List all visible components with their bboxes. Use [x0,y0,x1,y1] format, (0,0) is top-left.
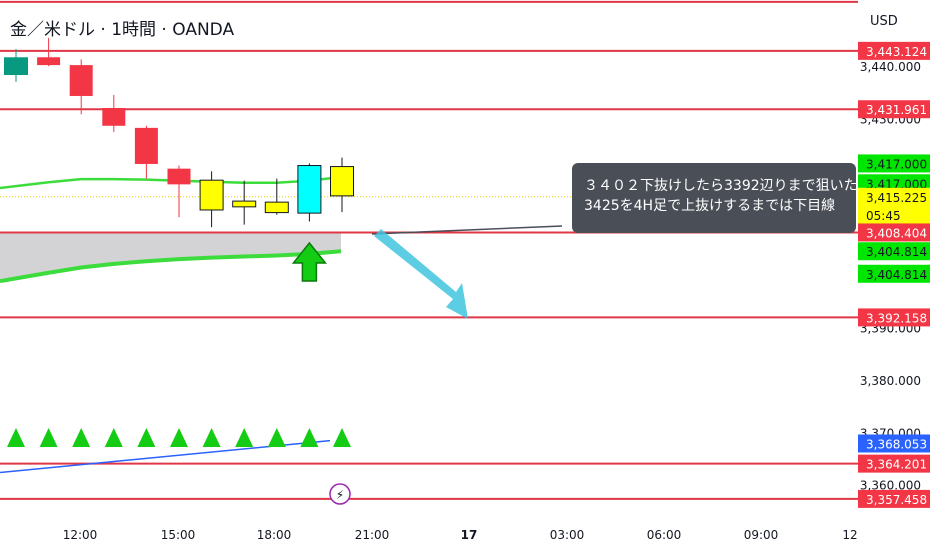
candle-body [37,57,61,66]
signal-triangle [7,428,25,447]
time-axis[interactable]: 12:00 15:00 18:00 21:00 17 03:00 06:00 09:00 12 ⚡ [63,483,858,542]
chart-title: 金／米ドル · 1時間 · OANDA [10,20,235,40]
price-label-text: 3,404.814 [866,268,927,282]
projection-arrow [371,225,563,319]
signal-triangle [72,428,91,447]
price-label-text: 3,415.225 [866,191,927,205]
countdown-text: 05:45 [866,209,901,223]
candle-body [297,165,322,214]
price-label-text: 3,357.458 [866,493,927,507]
candle-body [330,166,354,197]
signal-triangle [104,428,123,447]
signal-triangle [300,428,319,447]
price-label-text: 3,443.124 [866,45,927,59]
price-labels: 3,443.1243,431.9613,417.0003,417.0003,41… [858,41,930,508]
envelope-band [0,175,342,284]
signal-triangle [137,428,156,447]
time-tick-label: 06:00 [647,528,682,542]
price-label-text: 3,392.158 [866,311,927,325]
price-tick-label: 3,380.000 [860,374,921,388]
down-arrow [374,229,468,319]
price-label-text: 3,368.053 [866,437,927,451]
candle-body [4,57,28,76]
currency-selector[interactable]: USD [870,14,898,29]
time-tick-label: 12 [842,528,857,542]
price-tick-label: 3,440.000 [860,60,921,74]
candle-body [102,107,126,126]
time-tick-label: 12:00 [63,528,98,542]
time-tick-label: 15:00 [161,528,196,542]
annotation-callout: ３４０２下抜けしたら3392辺りまで狙いた 3425を4H足で上抜けするまでは下… [572,163,856,233]
price-label-text: 3,364.201 [866,458,927,472]
candle-body [232,200,257,208]
time-tick-label: 03:00 [550,528,585,542]
signal-triangle [39,428,58,447]
candle-body [69,65,93,96]
signal-triangle [333,428,351,447]
candle-body [264,201,289,214]
price-label-text: 3,431.961 [866,103,927,117]
price-label-text: 3,408.404 [866,226,927,240]
time-tick-label: 21:00 [355,528,390,542]
signal-triangle [267,428,286,447]
time-tick-label: 17 [461,528,478,542]
price-label-text: 3,404.814 [866,245,927,259]
candle-body [199,179,224,211]
time-tick-label: 18:00 [257,528,292,542]
time-tick-label: 09:00 [744,528,779,542]
annotation-line-2: 3425を4H足で上抜けするまでは下目線 [584,198,836,214]
signal-triangle [235,428,254,447]
price-chart[interactable]: 12:00 15:00 18:00 21:00 17 03:00 06:00 09:00 12 ⚡… [0,0,932,550]
annotation-line-1: ３４０２下抜けしたら3392辺りまで狙いた [584,178,856,194]
candle-body [134,127,158,164]
price-label-text: 3,417.000 [866,157,927,171]
candle-body [167,168,191,185]
signal-triangle [170,428,188,447]
signal-triangle [202,428,221,447]
lightning-icon: ⚡ [336,488,344,502]
